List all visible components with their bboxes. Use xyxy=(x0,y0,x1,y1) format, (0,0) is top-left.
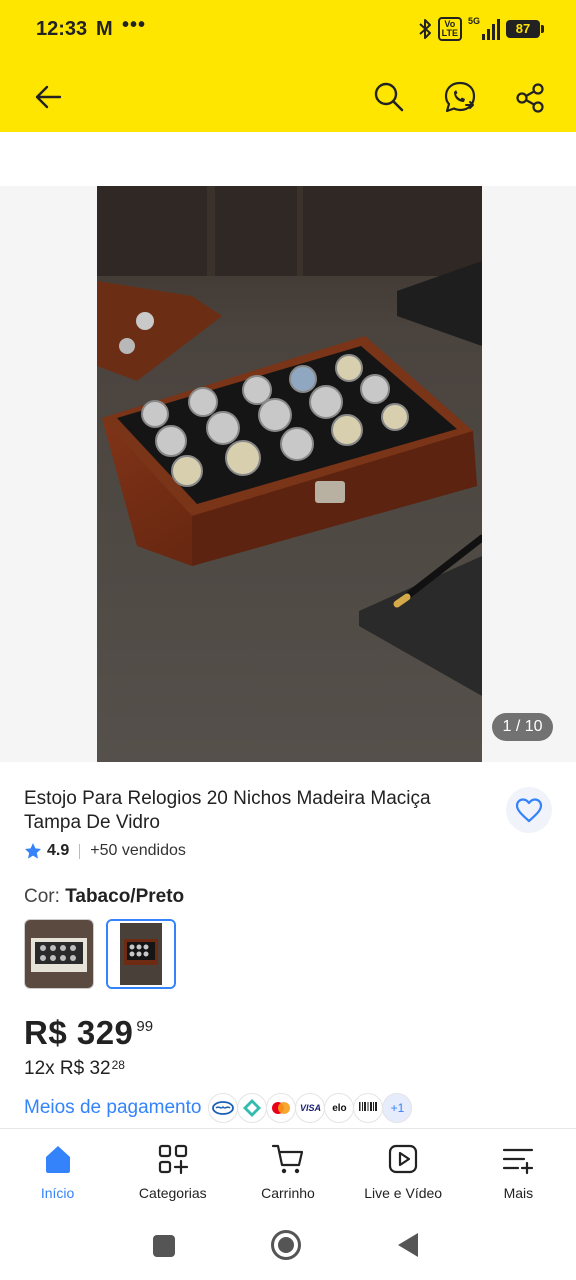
rating-row[interactable]: 4.9 +50 vendidos xyxy=(24,840,186,862)
menu-more-icon xyxy=(503,1148,534,1175)
installments-main: 12x R$ 32 xyxy=(24,1058,111,1079)
nav-label-categorias: Categorias xyxy=(138,1185,207,1201)
rating-divider xyxy=(79,843,81,859)
color-swatch-option-2-selected[interactable] xyxy=(106,919,176,989)
product-title: Estojo Para Relogios 20 Nichos Madeira M… xyxy=(24,788,431,833)
pix-icon xyxy=(237,1093,268,1123)
installments-cents: 28 xyxy=(111,1058,125,1072)
payment-methods-link[interactable]: Meios de pagamento xyxy=(24,1097,201,1119)
home-system-button[interactable] xyxy=(271,1230,301,1260)
color-label: Cor: xyxy=(24,886,66,907)
share-button[interactable] xyxy=(514,82,546,114)
visa-icon: VISA xyxy=(295,1093,326,1123)
chat-share-icon xyxy=(444,81,476,113)
recent-apps-button[interactable] xyxy=(153,1235,175,1257)
favorite-button[interactable] xyxy=(506,787,552,833)
bluetooth-icon xyxy=(418,18,432,40)
volte-icon: Vo LTE xyxy=(437,17,462,41)
home-icon xyxy=(45,1146,70,1173)
signal-icon: 5G xyxy=(468,16,500,40)
star-icon xyxy=(25,843,41,859)
nav-item-mais[interactable]: Mais xyxy=(461,1129,576,1218)
nav-label-live-e-video: Live e Vídeo xyxy=(364,1185,443,1201)
nav-item-live-e-video[interactable]: Live e Vídeo xyxy=(346,1129,461,1218)
installments: 12x R$ 32 28 xyxy=(24,1058,125,1080)
nav-label-mais: Mais xyxy=(503,1185,534,1201)
nav-item-categorias[interactable]: Categorias xyxy=(115,1129,230,1218)
categories-icon xyxy=(158,1144,188,1175)
network-label: 5G xyxy=(468,16,481,26)
status-icons: Vo LTE 5G 87 xyxy=(418,16,544,41)
back-button[interactable] xyxy=(30,80,66,114)
payment-more-badge[interactable]: +1 xyxy=(382,1093,413,1123)
elo-icon: elo xyxy=(324,1093,355,1123)
search-button[interactable] xyxy=(372,80,406,114)
payment-methods-row[interactable]: Meios de pagamento VISA elo +1 xyxy=(24,1091,413,1125)
mercado-pago-icon xyxy=(208,1093,239,1123)
status-time: 12:33 xyxy=(36,18,88,40)
search-icon xyxy=(374,82,404,112)
color-value: Tabaco/Preto xyxy=(65,886,185,907)
status-overflow-dots: ••• xyxy=(122,14,147,36)
share-icon xyxy=(516,83,544,113)
product-gallery[interactable]: 1 / 10 xyxy=(0,186,576,762)
nav-item-inicio[interactable]: Início xyxy=(0,1129,115,1218)
nav-label-inicio: Início xyxy=(40,1185,75,1201)
color-swatch-option-1[interactable] xyxy=(24,919,94,989)
rating-score: 4.9 xyxy=(47,842,70,859)
gallery-counter: 1 / 10 xyxy=(492,713,553,741)
price: R$ 329 99 xyxy=(24,1014,153,1052)
boleto-icon xyxy=(353,1093,384,1123)
heart-icon xyxy=(515,798,543,823)
price-main: R$ 329 xyxy=(24,1014,134,1051)
app-header: 12:33 M ••• Vo LTE 5G 87 xyxy=(0,0,576,132)
price-cents: 99 xyxy=(136,1018,154,1035)
color-selector-label: Cor: Tabaco/Preto xyxy=(24,886,184,908)
bottom-navigation: Início Categorias Carrinho Live e Vídeo … xyxy=(0,1128,576,1218)
nav-item-carrinho[interactable]: Carrinho xyxy=(230,1129,345,1218)
product-photo[interactable] xyxy=(97,186,482,762)
battery-icon: 87 xyxy=(506,20,544,38)
whatsapp-share-button[interactable] xyxy=(442,79,478,115)
sold-count: +50 vendidos xyxy=(90,842,186,859)
status-bar: 12:33 M ••• Vo LTE 5G 87 xyxy=(0,0,576,60)
arrow-left-icon xyxy=(35,85,62,109)
nav-label-carrinho: Carrinho xyxy=(261,1185,315,1201)
status-carrier-indicator: M xyxy=(96,18,113,40)
mastercard-icon xyxy=(266,1093,297,1123)
system-navigation-bar xyxy=(0,1218,576,1280)
play-video-icon xyxy=(389,1144,418,1174)
cart-icon xyxy=(271,1144,304,1174)
back-system-button[interactable] xyxy=(398,1233,418,1257)
